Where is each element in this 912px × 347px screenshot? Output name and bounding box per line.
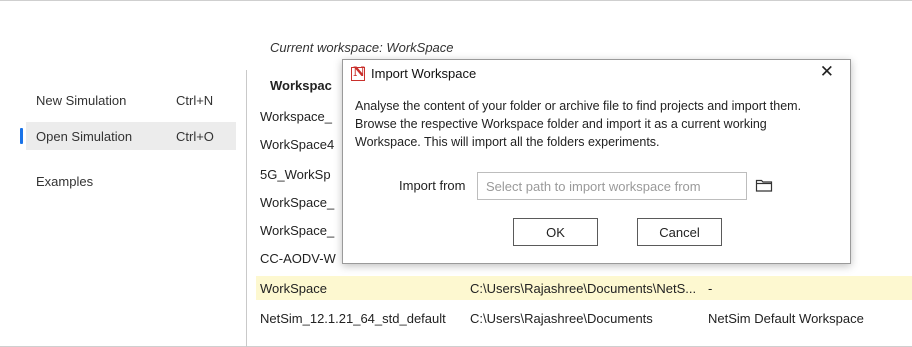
cancel-button[interactable]: Cancel	[637, 218, 722, 246]
menu-item-label: Examples	[36, 173, 94, 189]
menu-item-shortcut: Ctrl+N	[176, 92, 214, 108]
menu-item-open-simulation[interactable]: Open Simulation Ctrl+O	[20, 122, 236, 150]
import-path-input[interactable]	[477, 172, 747, 200]
menu-item-label: New Simulation	[36, 92, 127, 108]
menu-item-label: Open Simulation	[36, 128, 133, 144]
menu-item-examples[interactable]: Examples	[26, 167, 236, 195]
workspace-name: WorkSpace	[260, 280, 327, 296]
import-from-label: Import from	[399, 178, 466, 193]
workspace-description: NetSim Default Workspace	[708, 310, 864, 326]
workspace-name: NetSim_12.1.21_64_std_default	[260, 310, 446, 326]
table-row-selected[interactable]: WorkSpace C:\Users\Rajashree\Documents\N…	[256, 276, 912, 300]
table-row[interactable]: NetSim_12.1.21_64_std_default C:\Users\R…	[256, 306, 912, 330]
dialog-description: Analyse the content of your folder or ar…	[355, 99, 802, 149]
workspace-column-header: Workspac	[270, 78, 332, 93]
menu-item-shortcut: Ctrl+O	[176, 128, 214, 144]
dialog-title-bar: Import Workspace	[351, 65, 477, 81]
menu-divider	[246, 70, 247, 347]
netsim-logo-icon	[351, 65, 365, 81]
dialog-title: Import Workspace	[371, 66, 477, 81]
import-workspace-dialog: Import Workspace ✕ Analyse the content o…	[342, 59, 851, 264]
current-workspace-label: Current workspace: WorkSpace	[270, 40, 454, 55]
simulation-menu: New Simulation Ctrl+N Open Simulation Ct…	[0, 0, 240, 347]
workspace-path: C:\Users\Rajashree\Documents	[470, 310, 653, 326]
menu-item-new-simulation[interactable]: New Simulation Ctrl+N	[26, 86, 236, 114]
ok-button[interactable]: OK	[513, 218, 598, 246]
close-icon[interactable]: ✕	[820, 63, 834, 81]
workspace-description: -	[708, 280, 713, 296]
workspace-path: C:\Users\Rajashree\Documents\NetS...	[470, 280, 697, 296]
folder-icon[interactable]	[755, 177, 773, 193]
